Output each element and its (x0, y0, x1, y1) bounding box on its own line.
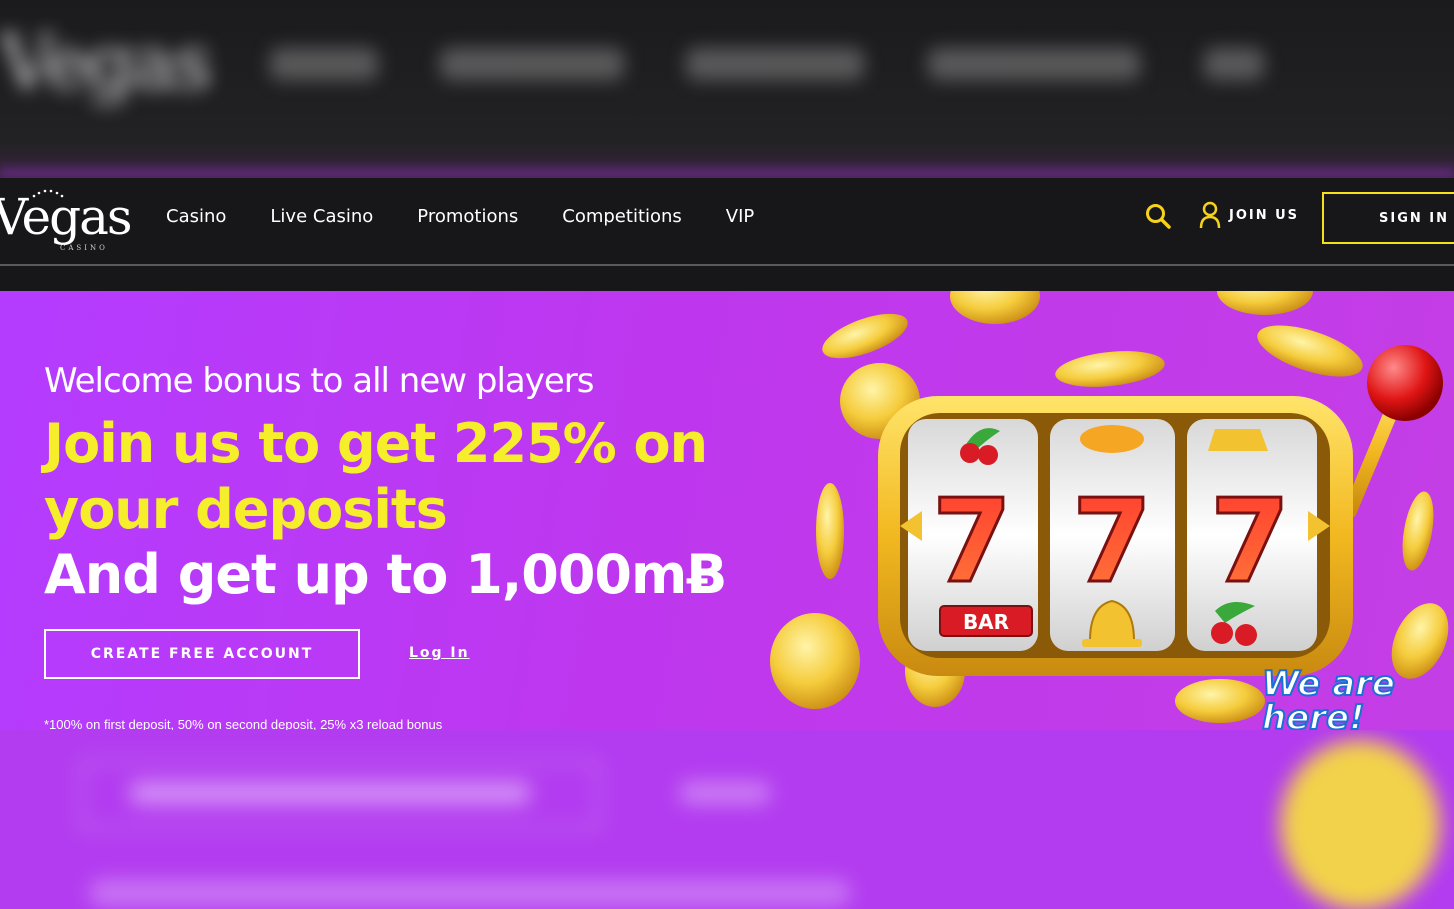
reel-symbol-1: 7 (932, 475, 1012, 609)
logo-subtext: CASINO (60, 244, 108, 252)
reel-symbol-3: 7 (1210, 475, 1290, 609)
page: Vegas Vegas CASINO Casino Live Casino Pr… (0, 0, 1454, 909)
blurred-nav-item (270, 48, 378, 80)
hero-headline-line-2: your deposits (44, 478, 448, 541)
create-account-button[interactable]: CREATE FREE ACCOUNT (44, 629, 360, 679)
hero-headline-line-1: Join us to get 225% on (44, 412, 708, 475)
we-are-here-badge: We are here! (1261, 664, 1396, 730)
main-nav: Casino Live Casino Promotions Competitio… (166, 206, 754, 227)
blurred-top-banner: Vegas (0, 0, 1454, 178)
nav-promotions[interactable]: Promotions (417, 206, 518, 227)
blurred-nav-item (686, 48, 864, 80)
hero-banner: Welcome bonus to all new players Join us… (0, 291, 1454, 730)
site-logo[interactable]: Vegas CASINO (0, 186, 133, 256)
nav-live-casino[interactable]: Live Casino (270, 206, 373, 227)
user-icon (1199, 201, 1221, 229)
blurred-nav-item (928, 48, 1140, 80)
blurred-bottom-section (0, 730, 1454, 909)
hero-subtitle: Welcome bonus to all new players (44, 361, 594, 401)
site-header: Vegas CASINO Casino Live Casino Promotio… (0, 178, 1454, 266)
hero-headline: Join us to get 225% on your deposits (44, 411, 708, 543)
join-us-label: JOIN US (1229, 207, 1300, 223)
sign-in-button[interactable]: SIGN IN (1322, 192, 1454, 244)
reel-symbol-2: 7 (1072, 475, 1152, 609)
join-us-button[interactable]: JOIN US (1199, 201, 1299, 229)
nav-vip[interactable]: VIP (726, 206, 754, 227)
blurred-nav-item (440, 48, 624, 80)
bonus-fineprint: *100% on first deposit, 50% on second de… (44, 717, 443, 730)
search-icon[interactable] (1144, 202, 1172, 230)
blurred-nav-item (1204, 48, 1264, 80)
header-spacer (0, 266, 1454, 291)
hero-offer-line: And get up to 1,000mɃ (44, 543, 727, 606)
reel-bar-label: BAR (963, 610, 1009, 634)
blurred-logo: Vegas (0, 20, 212, 106)
nav-competitions[interactable]: Competitions (562, 206, 682, 227)
nav-casino[interactable]: Casino (166, 206, 226, 227)
logo-wordmark: Vegas (0, 188, 133, 246)
log-in-link[interactable]: Log In (409, 645, 470, 661)
